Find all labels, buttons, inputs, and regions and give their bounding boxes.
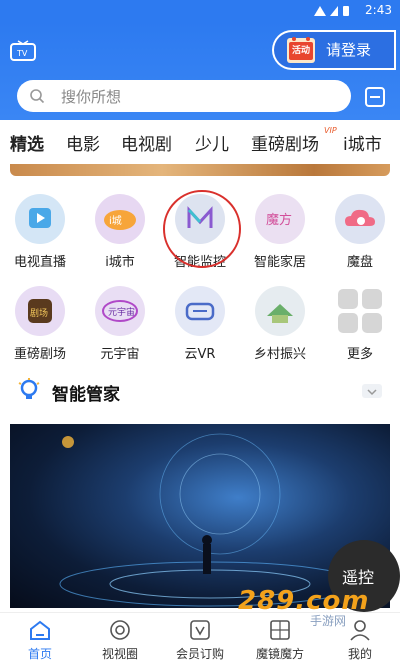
nav-home[interactable]: 首页 xyxy=(0,613,80,666)
nav-circle-label: 视视圈 xyxy=(101,647,138,661)
status-icons xyxy=(314,6,349,16)
tab-tv-series[interactable]: 电视剧 xyxy=(121,130,172,155)
grid-label-metaverse: 元宇宙 xyxy=(100,347,140,362)
svg-text:魔方: 魔方 xyxy=(266,212,292,228)
metaverse-icon: 元宇宙 xyxy=(95,286,145,336)
smart-home-icon: 魔方 xyxy=(255,194,305,244)
nav-home-label: 首页 xyxy=(27,647,52,661)
city-icon: i城 xyxy=(95,194,145,244)
vip-icon xyxy=(190,620,210,640)
tab-theater[interactable]: 重磅剧场 xyxy=(251,130,319,155)
search-input[interactable]: 搜你所想 xyxy=(17,80,351,112)
tab-movies[interactable]: 电影 xyxy=(66,130,100,155)
category-tabs: 精选 电影 电视剧 少儿 重磅剧场 VIP i城市 xyxy=(0,120,400,164)
cloud-drive-icon xyxy=(335,194,385,244)
nav-vip[interactable]: 会员订购 xyxy=(160,613,240,666)
search-placeholder: 搜你所想 xyxy=(61,88,122,106)
grid-label-tv-live: 电视直播 xyxy=(13,255,66,270)
nav-cube[interactable]: 魔镜魔方 xyxy=(240,613,320,666)
rural-icon xyxy=(255,286,305,336)
circle-icon xyxy=(110,620,130,640)
tab-i-city[interactable]: i城市 xyxy=(343,130,382,155)
grid-label-cloud-drive: 魔盘 xyxy=(346,255,373,270)
profile-icon xyxy=(350,620,370,641)
grid-label-more: 更多 xyxy=(346,347,373,362)
home-icon xyxy=(30,620,50,640)
grid-label-vr: 云VR xyxy=(184,347,216,362)
remote-label: 遥控 xyxy=(342,568,375,587)
scan-icon[interactable] xyxy=(364,86,386,108)
tab-featured[interactable]: 精选 xyxy=(10,130,44,155)
more-grid-icon xyxy=(335,286,385,336)
svg-text:TV: TV xyxy=(16,49,28,58)
tv-icon[interactable]: TV xyxy=(10,40,36,62)
svg-text:元宇宙: 元宇宙 xyxy=(108,306,135,318)
collapse-button[interactable] xyxy=(362,384,382,398)
cube-icon xyxy=(270,620,290,640)
header: TV 活动 请登录 搜你所想 xyxy=(0,22,400,120)
nav-profile-label: 我的 xyxy=(347,647,372,661)
lightbulb-icon xyxy=(18,378,40,399)
nav-vip-label: 会员订购 xyxy=(175,647,224,661)
grid-label-rural: 乡村振兴 xyxy=(253,347,306,362)
svg-text:i城: i城 xyxy=(109,215,122,227)
grid-label-smart-home: 智能家居 xyxy=(253,255,306,270)
tab-vip-superscript: VIP xyxy=(324,126,337,135)
status-bar: 2:43 xyxy=(0,0,400,22)
theater-icon: 剧场 xyxy=(15,286,65,336)
vr-icon xyxy=(175,286,225,336)
grid-label-city: i城市 xyxy=(105,255,135,270)
grid-label-theater: 重磅剧场 xyxy=(13,347,66,362)
status-time: 2:43 xyxy=(365,3,392,17)
chevron-down-icon xyxy=(367,389,377,396)
smart-butler-title: 智能管家 xyxy=(52,385,120,405)
tab-kids[interactable]: 少儿 xyxy=(195,130,229,155)
watermark-subtitle: 手游网 xyxy=(310,614,347,628)
banner-strip[interactable] xyxy=(10,164,390,176)
nav-cube-label: 魔镜魔方 xyxy=(255,647,304,661)
event-badge-label: 活动 xyxy=(291,46,310,56)
login-pill[interactable]: 活动 请登录 xyxy=(272,30,396,70)
highlight-circle xyxy=(163,190,241,268)
search-icon xyxy=(30,89,45,104)
tv-live-icon xyxy=(15,194,65,244)
login-label: 请登录 xyxy=(326,41,372,59)
svg-text:剧场: 剧场 xyxy=(30,308,48,319)
nav-circle[interactable]: 视视圈 xyxy=(80,613,160,666)
login-button[interactable]: 活动 请登录 xyxy=(274,32,394,68)
